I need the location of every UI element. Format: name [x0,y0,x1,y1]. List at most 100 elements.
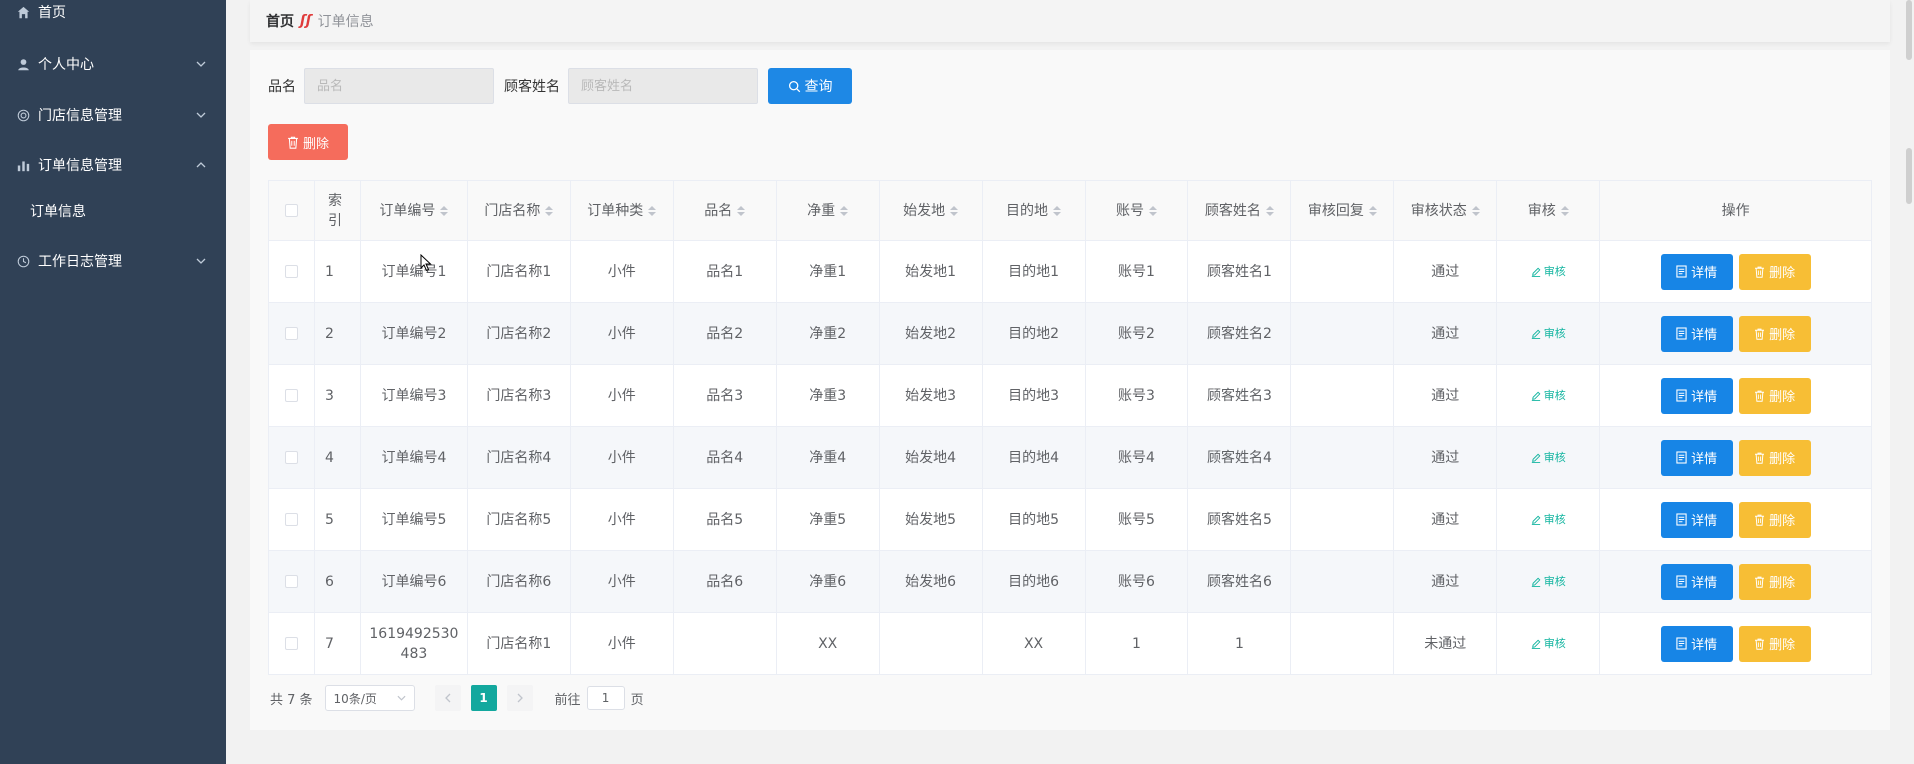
page-size-select[interactable]: 10条/页 [324,685,415,711]
bulk-delete-label: 删除 [302,136,329,152]
column-header[interactable]: 始发地 [880,181,983,240]
sort-icon[interactable] [950,205,959,216]
customer-name-search-input[interactable] [568,68,758,104]
detail-button[interactable]: 详情 [1660,625,1733,662]
row-select-cell[interactable] [269,427,315,488]
column-header[interactable]: 审核 [1497,181,1601,240]
row-checkbox[interactable] [284,575,298,588]
row-delete-button[interactable]: 删除 [1738,253,1811,290]
page-scrollbar[interactable] [1906,0,1914,764]
sidebar: 首页 个人中心 门店信息管理 订单信息管理 订单信息 工作日志管理 [0,0,226,764]
column-header[interactable]: 审核回复 [1291,181,1395,240]
sidebar-item-home[interactable]: 首页 [0,0,226,32]
table-cell: 门店名称4 [468,427,571,488]
audit-link[interactable]: 审核 [1531,324,1566,344]
audit-link[interactable]: 审核 [1531,572,1566,592]
row-checkbox[interactable] [284,637,298,650]
detail-button[interactable]: 详情 [1660,439,1733,476]
select-all-checkbox[interactable] [284,204,298,217]
column-header[interactable]: 审核状态 [1394,181,1498,240]
column-header[interactable]: 账号 [1086,181,1189,240]
detail-button[interactable]: 详情 [1660,253,1733,290]
scrollbar-thumb[interactable] [1906,0,1912,60]
sort-icon[interactable] [545,205,554,216]
sort-icon[interactable] [1148,205,1157,216]
table-row: 2 订单编号2 门店名称2 小件 品名2 净重2 始发地2 目的地2 账号2 顾客姓名2 通过 审核 详… [269,303,1873,365]
table-cell: 账号2 [1086,303,1189,364]
row-delete-button[interactable]: 删除 [1738,563,1811,600]
audit-link[interactable]: 审核 [1531,510,1566,530]
row-checkbox[interactable] [284,513,298,526]
page-number-current[interactable]: 1 [470,685,497,711]
name-search-input[interactable] [304,68,494,104]
document-icon [1676,451,1687,464]
row-select-cell[interactable] [269,551,315,612]
row-select-cell[interactable] [269,303,315,364]
column-header[interactable]: 订单种类 [571,181,674,240]
query-button[interactable]: 查询 [768,68,852,104]
sidebar-item-profile[interactable]: 个人中心 [0,44,226,84]
sort-icon[interactable] [1265,205,1274,216]
row-checkbox[interactable] [284,451,298,464]
bar-chart-icon [16,158,30,172]
row-delete-button[interactable]: 删除 [1738,439,1811,476]
row-select-cell[interactable] [269,613,315,674]
sort-icon[interactable] [1560,205,1569,216]
table-row: 1 订单编号1 门店名称1 小件 品名1 净重1 始发地1 目的地1 账号1 顾客姓名1 通过 审核 详… [269,241,1873,303]
table-cell: 品名1 [674,241,777,302]
row-checkbox[interactable] [284,327,298,340]
audit-link[interactable]: 审核 [1531,634,1566,654]
table-cell: 品名4 [674,427,777,488]
row-select-cell[interactable] [269,365,315,426]
table-cell: 门店名称2 [468,303,571,364]
column-header: 操作 [1600,181,1873,240]
audit-link-label: 审核 [1543,574,1566,588]
next-page-button[interactable] [506,685,533,711]
breadcrumb-home[interactable]: 首页 [266,11,294,31]
audit-link[interactable]: 审核 [1531,262,1566,282]
scrollbar-thumb[interactable] [1906,148,1912,204]
sort-icon[interactable] [1368,205,1377,216]
column-header[interactable]: 订单编号 [361,181,468,240]
sidebar-subitem-order-info[interactable]: 订单信息 [0,191,226,231]
sort-icon[interactable] [648,205,657,216]
audit-link[interactable]: 审核 [1531,386,1566,406]
document-icon [1676,575,1687,588]
detail-button[interactable]: 详情 [1660,377,1733,414]
sort-icon[interactable] [440,205,449,216]
column-header[interactable]: 品名 [674,181,777,240]
customer-name-label: 顾客姓名 [504,79,560,95]
row-select-cell[interactable] [269,489,315,550]
prev-page-button[interactable] [434,685,461,711]
row-checkbox[interactable] [284,389,298,402]
row-checkbox[interactable] [284,265,298,278]
column-header[interactable]: 净重 [777,181,880,240]
row-delete-button[interactable]: 删除 [1738,625,1811,662]
detail-button[interactable]: 详情 [1660,563,1733,600]
row-delete-button[interactable]: 删除 [1738,377,1811,414]
sort-icon[interactable] [840,205,849,216]
row-delete-button[interactable]: 删除 [1738,501,1811,538]
column-header[interactable]: 门店名称 [468,181,571,240]
table-cell: 小件 [571,365,674,426]
column-header[interactable]: 顾客姓名 [1188,181,1292,240]
detail-button[interactable]: 详情 [1660,501,1733,538]
header-select-all[interactable] [269,181,315,240]
trash-icon [1755,266,1765,278]
row-select-cell[interactable] [269,241,315,302]
column-header[interactable]: 目的地 [983,181,1086,240]
sidebar-item-worklog[interactable]: 工作日志管理 [0,241,226,281]
detail-button[interactable]: 详情 [1660,315,1733,352]
bulk-delete-button[interactable]: 删除 [268,124,348,160]
table-cell: 始发地3 [880,365,983,426]
table-cell: 1 [1086,613,1189,674]
row-delete-button[interactable]: 删除 [1738,315,1811,352]
sort-icon[interactable] [1053,205,1062,216]
sidebar-item-store[interactable]: 门店信息管理 [0,95,226,135]
goto-page-input[interactable] [586,686,625,710]
table-cell: 顾客姓名6 [1188,551,1292,612]
audit-link[interactable]: 审核 [1531,448,1566,468]
sort-icon[interactable] [1471,205,1480,216]
sort-icon[interactable] [737,205,746,216]
sidebar-item-orders[interactable]: 订单信息管理 [0,145,226,185]
